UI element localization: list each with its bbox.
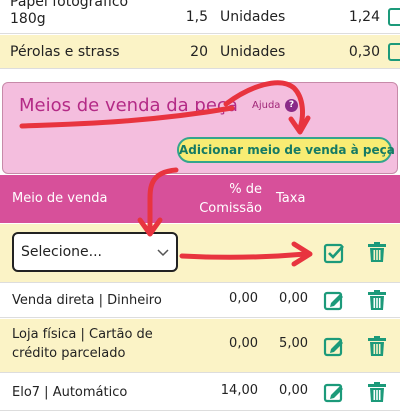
panel-title: Meios de venda da peça [19,95,238,116]
commission-value: 0,00 [229,336,258,351]
trash-icon[interactable] [366,335,388,357]
help-icon[interactable]: ? [285,99,298,112]
new-sale-method-row: Selecione... [0,224,400,283]
confirm-icon[interactable] [323,242,345,264]
material-row: Papel fotográfico 180g 1,5 Unidades 1,24 [0,0,400,34]
header-commission: % de Comissão [196,180,262,218]
table-row: Venda direta | Dinheiro 0,00 0,00 [0,284,400,318]
edit-icon[interactable] [388,43,400,61]
chevron-down-icon [157,234,169,284]
header-tax: Taxa [276,191,306,206]
sales-methods-panel: Meios de venda da peça Ajuda ? Adicionar… [2,82,398,174]
table-row: Loja física | Cartão de crédito parcelad… [0,319,400,373]
material-unit: Unidades [220,8,286,25]
sale-method-name-line1: Loja física | Cartão de [12,327,153,342]
select-value: Selecione... [21,244,102,260]
trash-icon[interactable] [366,289,388,311]
edit-icon[interactable] [323,381,345,403]
sale-method-select[interactable]: Selecione... [12,232,178,272]
material-name: Pérolas e strass [10,44,120,60]
edit-icon[interactable] [323,289,345,311]
material-unit: Unidades [220,44,286,60]
commission-value: 14,00 [220,383,258,398]
material-name-line2: 180g [10,11,46,27]
sale-method-name: Elo7 | Automático [12,385,128,400]
sale-method-name-line2: crédito parcelado [12,346,126,361]
trash-icon[interactable] [366,241,388,263]
add-sale-method-button[interactable]: Adicionar meio de venda à peça [177,137,395,163]
header-commission-line2: Comissão [199,201,262,216]
tax-value: 0,00 [279,383,308,398]
material-qty: 1,5 [185,8,208,25]
material-price: 0,30 [348,44,380,60]
material-qty: 20 [190,44,208,60]
help-link[interactable]: Ajuda [252,100,280,111]
edit-icon[interactable] [323,335,345,357]
header-sale-method: Meio de venda [12,191,108,206]
material-name: Papel fotográfico 180g [10,0,128,28]
commission-value: 0,00 [229,291,258,306]
table-row: Elo7 | Automático 14,00 0,00 [0,374,400,411]
header-commission-line1: % de [229,182,262,197]
trash-icon[interactable] [366,381,388,403]
tax-value: 0,00 [279,291,308,306]
sale-method-name: Loja física | Cartão de crédito parcelad… [12,325,153,363]
edit-icon[interactable] [388,7,400,26]
material-price: 1,24 [348,8,380,25]
material-row: Pérolas e strass 20 Unidades 0,30 [0,35,400,69]
sale-method-name: Venda direta | Dinheiro [12,293,162,308]
tax-value: 5,00 [279,336,308,351]
table-header: Meio de venda % de Comissão Taxa [0,175,400,223]
material-name-line1: Papel fotográfico [10,0,129,10]
